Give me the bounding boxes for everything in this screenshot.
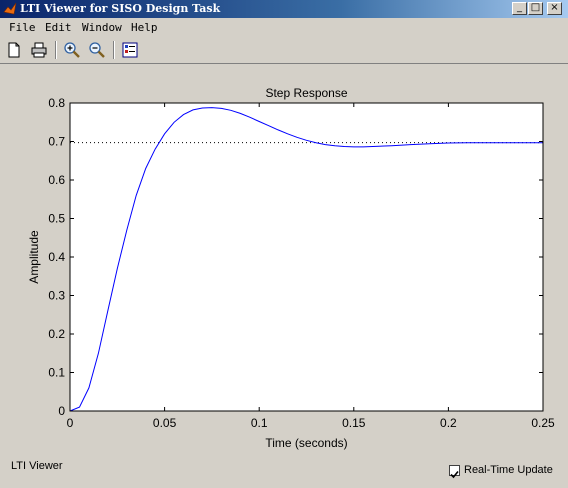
axes-background[interactable] [70, 103, 543, 411]
checkmark-icon [450, 470, 459, 479]
realtime-update-checkbox[interactable] [449, 465, 460, 479]
x-tick-label: 0.25 [531, 416, 555, 430]
x-tick-label: 0.2 [440, 416, 457, 430]
toolbar [0, 37, 568, 64]
menu-bar: File Edit Window Help [0, 18, 568, 37]
chart-title: Step Response [265, 86, 347, 100]
print-icon[interactable] [29, 40, 49, 60]
plot-panel: 0 0.05 0.1 0.15 0.2 0.25 0 0.1 0.2 0.3 0.4 0.5 0.6 0.… [0, 64, 568, 456]
toolbar-separator [113, 41, 115, 59]
plot-configurations-icon[interactable] [120, 40, 140, 60]
y-tick-label: 0.6 [48, 173, 65, 187]
new-figure-icon[interactable] [4, 40, 24, 60]
status-bar: LTI Viewer Real-Time Update [0, 456, 568, 488]
y-tick-label: 0.8 [48, 96, 65, 110]
y-tick-label: 0 [58, 404, 65, 418]
menu-window[interactable]: Window [82, 21, 122, 34]
menu-file[interactable]: File [9, 21, 36, 34]
x-tick-label: 0 [67, 416, 74, 430]
step-response-chart: 0 0.05 0.1 0.15 0.2 0.25 0 0.1 0.2 0.3 0.4 0.5 0.6 0.… [27, 86, 555, 450]
menu-help[interactable]: Help [131, 21, 158, 34]
toolbar-separator [55, 41, 57, 59]
status-text: LTI Viewer [11, 460, 63, 472]
matlab-logo-icon [3, 2, 17, 15]
y-tick-label: 0.2 [48, 327, 65, 341]
y-tick-label: 0.4 [48, 250, 65, 264]
maximize-button[interactable]: □ [528, 2, 543, 15]
close-button[interactable]: × [547, 2, 562, 15]
title-bar: LTI Viewer for SISO Design Task _ □ × [0, 0, 568, 18]
zoom-out-icon[interactable] [87, 40, 107, 60]
y-tick-label: 0.3 [48, 289, 65, 303]
x-axis-label: Time (seconds) [265, 436, 347, 450]
y-tick-label: 0.7 [48, 135, 65, 149]
menu-edit[interactable]: Edit [45, 21, 72, 34]
realtime-update-label: Real-Time Update [464, 464, 553, 476]
y-axis-label: Amplitude [27, 230, 41, 284]
y-tick-label: 0.1 [48, 366, 65, 380]
zoom-in-icon[interactable] [62, 40, 82, 60]
x-tick-label: 0.05 [153, 416, 177, 430]
y-tick-label: 0.5 [48, 212, 65, 226]
window-title: LTI Viewer for SISO Design Task [20, 2, 221, 15]
minimize-button[interactable]: _ [512, 2, 527, 15]
x-tick-label: 0.15 [342, 416, 366, 430]
x-tick-label: 0.1 [251, 416, 268, 430]
